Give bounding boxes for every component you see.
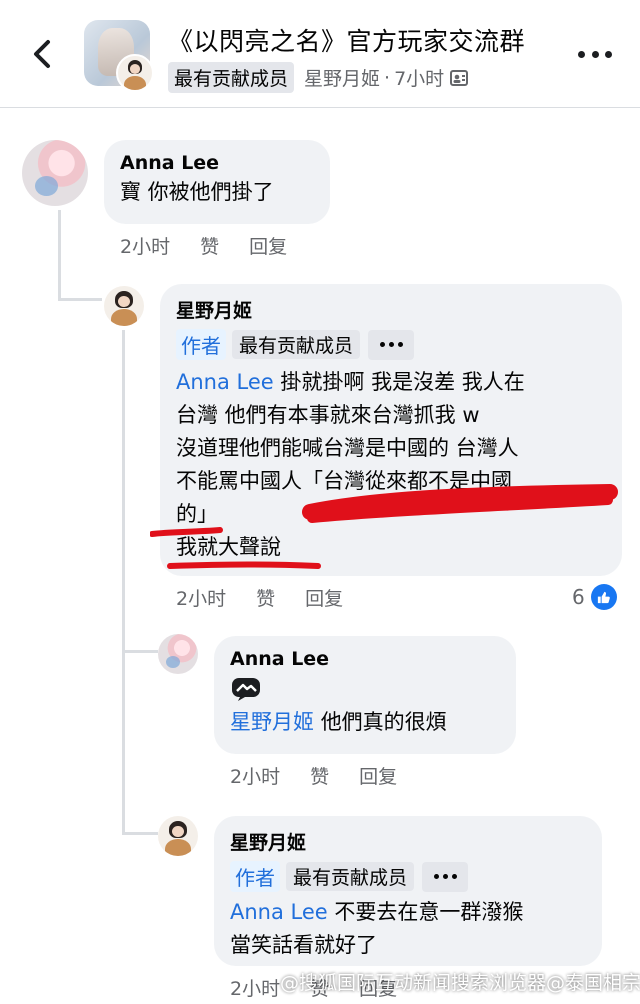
reply-button[interactable]: 回复 bbox=[359, 762, 397, 789]
comment-text-line: Anna Lee 不要去在意一群潑猴 bbox=[230, 896, 586, 929]
contributor-badge: 最有贡献成员 bbox=[286, 862, 415, 891]
dot-icon bbox=[605, 50, 612, 58]
comment-time[interactable]: 2小时 bbox=[230, 762, 280, 789]
comment-bubble: Anna Lee 星野月姬 他們真的很煩 bbox=[214, 636, 516, 754]
mention-link[interactable]: Anna Lee bbox=[230, 900, 328, 924]
contributor-badge: 最有贡献成员 bbox=[232, 330, 361, 359]
like-button[interactable]: 赞 bbox=[200, 232, 219, 259]
comment-text-line: 台灣 他們有本事就來台灣抓我 w bbox=[176, 403, 480, 427]
dot-icon bbox=[591, 50, 599, 58]
author-badge: 作者 bbox=[176, 329, 226, 360]
author-badge: 作者 bbox=[230, 861, 280, 892]
more-options-button[interactable] bbox=[578, 40, 612, 68]
author-badges: 作者 最有贡献成员 bbox=[176, 329, 606, 360]
comment-text: 不要去在意一群潑猴 bbox=[334, 900, 524, 924]
back-button[interactable] bbox=[22, 30, 62, 78]
comment-text-line: 不能罵中國人「台灣從來都不是中國 bbox=[176, 469, 512, 493]
like-count: 6 bbox=[572, 585, 585, 609]
thread-line bbox=[58, 210, 61, 300]
contributor-badge: 最有贡献成员 bbox=[168, 62, 295, 93]
reply-button[interactable]: 回复 bbox=[249, 232, 287, 259]
reaction-count[interactable]: 6 bbox=[572, 584, 617, 610]
commenter-avatar[interactable] bbox=[104, 286, 144, 326]
comment-text: 寶 你被他們掛了 bbox=[120, 180, 274, 204]
comment-bubble: 星野月姬 作者 最有贡献成员 Anna Lee 掛就掛啊 我是沒差 我人在 台灣… bbox=[160, 284, 622, 576]
post-time[interactable]: 7小时 bbox=[394, 64, 444, 91]
comment-text-line: Anna Lee 掛就掛啊 我是沒差 我人在 bbox=[176, 366, 606, 399]
comment-text-line: 我就大聲說 bbox=[176, 535, 281, 559]
commenter-avatar[interactable] bbox=[158, 634, 198, 674]
thread-line bbox=[58, 298, 102, 301]
like-button[interactable]: 赞 bbox=[256, 584, 275, 611]
comment-author[interactable]: Anna Lee bbox=[120, 152, 314, 174]
comment-time[interactable]: 2小时 bbox=[176, 584, 226, 611]
dot-icon bbox=[578, 50, 585, 58]
comment-actions: 2小时 赞 回复 bbox=[230, 762, 427, 789]
author-badges: 作者 最有贡献成员 bbox=[230, 861, 586, 892]
comment-text: 他們真的很煩 bbox=[320, 710, 447, 734]
mention-link[interactable]: 星野月姬 bbox=[230, 710, 314, 734]
thread-line bbox=[122, 330, 125, 835]
thumbs-up-icon bbox=[590, 584, 617, 610]
group-header: 《以閃亮之名》官方玩家交流群 最有贡献成员 星野月姬 · 7小时 bbox=[0, 0, 640, 108]
comment-text-line: 當笑話看就好了 bbox=[230, 933, 377, 957]
comment-text-line: 星野月姬 他們真的很煩 bbox=[230, 706, 500, 739]
comment-author[interactable]: 星野月姬 bbox=[230, 828, 586, 855]
comment-author[interactable]: Anna Lee bbox=[230, 648, 500, 670]
comment-bubble: 星野月姬 作者 最有贡献成员 Anna Lee 不要去在意一群潑猴 當笑話看就好… bbox=[214, 816, 602, 966]
more-badges-button[interactable] bbox=[422, 861, 469, 892]
thread-line bbox=[122, 650, 158, 653]
more-badges-button[interactable] bbox=[368, 329, 415, 360]
poster-avatar[interactable] bbox=[116, 54, 154, 92]
members-icon bbox=[450, 69, 469, 86]
mention-link[interactable]: Anna Lee bbox=[176, 370, 274, 394]
comment-bubble: Anna Lee 寶 你被他們掛了 bbox=[104, 140, 330, 224]
separator-dot: · bbox=[384, 66, 391, 89]
comment-text: 掛就掛啊 我是沒差 我人在 bbox=[280, 370, 525, 394]
sticker-icon bbox=[230, 676, 262, 702]
group-title[interactable]: 《以閃亮之名》官方玩家交流群 bbox=[168, 22, 525, 58]
watermark: @搜狐国际互动新闻搜索浏览器@泰国相宗游 bbox=[280, 972, 640, 994]
comment-author[interactable]: 星野月姬 bbox=[176, 296, 606, 323]
commenter-avatar[interactable] bbox=[158, 816, 198, 856]
comment-text-line: 沒道理他們能喊台灣是中國的 台灣人 bbox=[176, 436, 519, 460]
thread-line bbox=[122, 832, 158, 835]
comment-actions: 2小时 赞 回复 bbox=[120, 232, 317, 259]
comment-time[interactable]: 2小时 bbox=[120, 232, 170, 259]
chevron-left-icon bbox=[34, 40, 50, 68]
like-button[interactable]: 赞 bbox=[310, 762, 329, 789]
comment-time[interactable]: 2小时 bbox=[230, 974, 280, 1001]
post-meta: 最有贡献成员 星野月姬 · 7小时 bbox=[168, 62, 469, 93]
commenter-avatar[interactable] bbox=[22, 140, 88, 206]
comment-text-line: 的」 bbox=[176, 502, 218, 526]
comment-actions: 2小时 赞 回复 bbox=[176, 584, 373, 611]
poster-name[interactable]: 星野月姬 bbox=[304, 64, 380, 91]
reply-button[interactable]: 回复 bbox=[305, 584, 343, 611]
